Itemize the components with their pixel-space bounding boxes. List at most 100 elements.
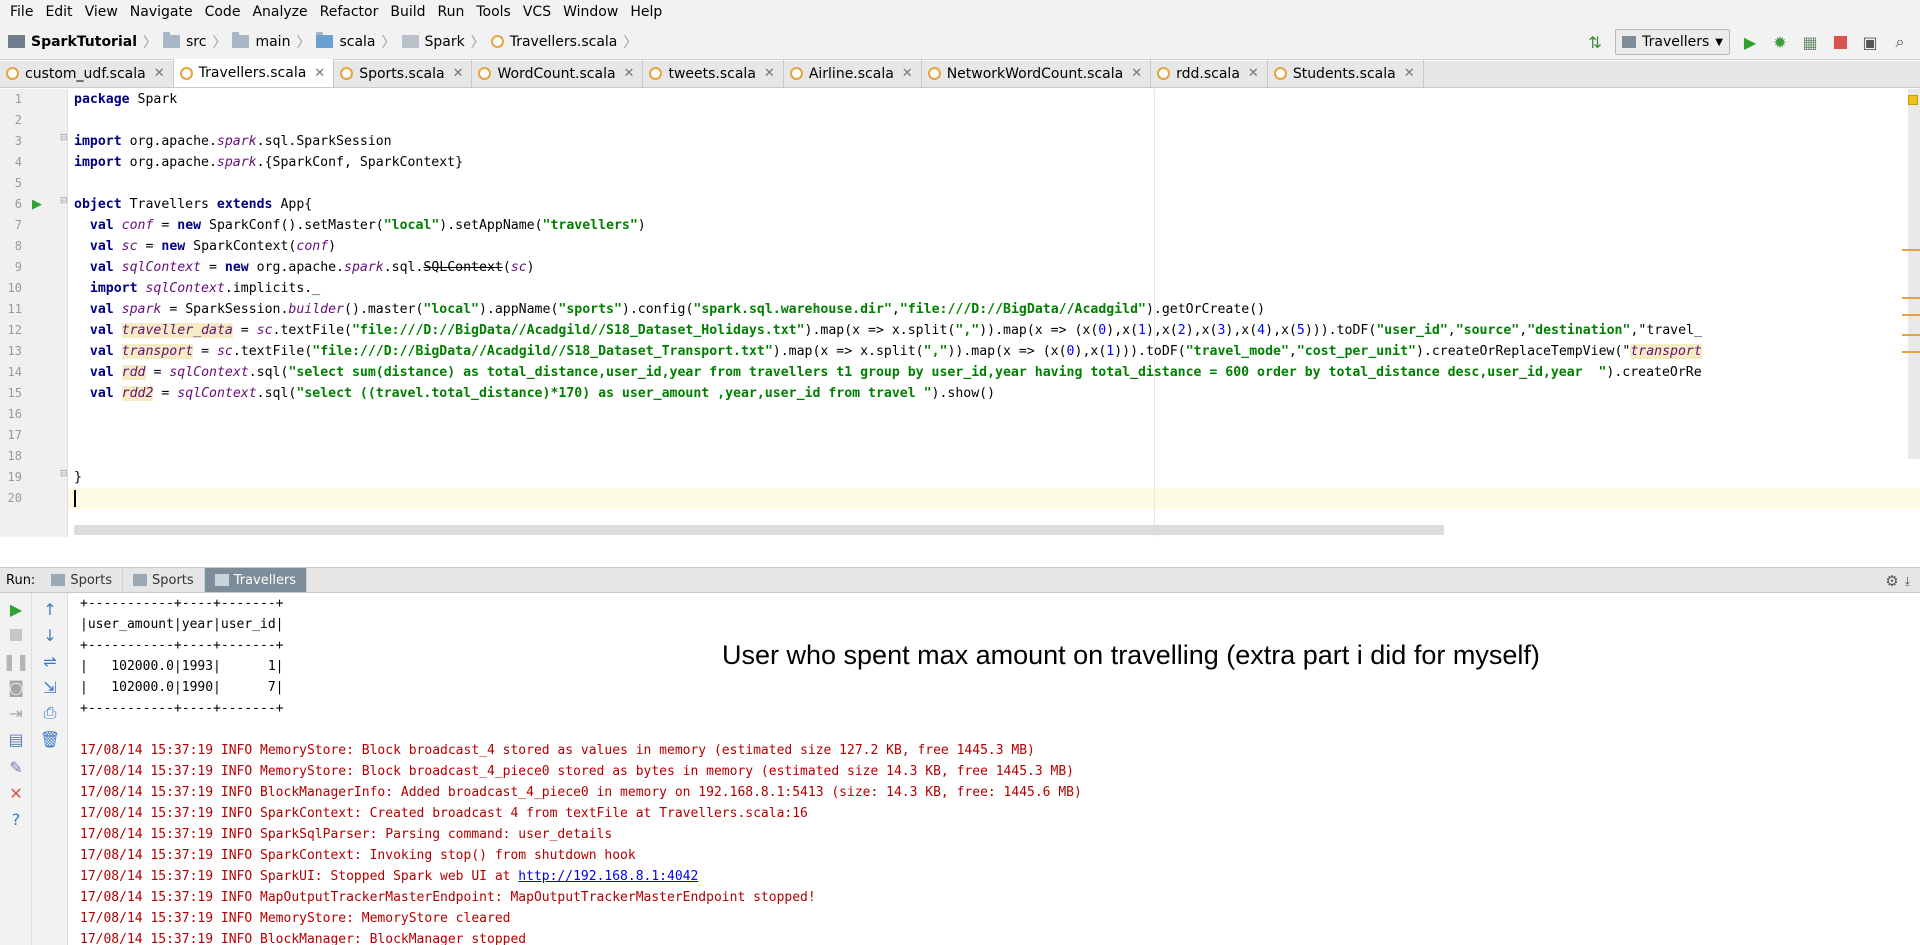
horizontal-scrollbar[interactable] [74, 525, 1444, 535]
close-icon[interactable]: ✕ [154, 66, 165, 81]
gear-icon[interactable]: ⚙ [1885, 572, 1898, 590]
rerun-icon[interactable]: ▶ [6, 599, 26, 619]
tab-networkwordcount[interactable]: NetworkWordCount.scala ✕ [922, 60, 1152, 87]
layout-icon[interactable]: ▤ [6, 729, 26, 749]
text-cursor [74, 490, 76, 507]
error-stripe-marker[interactable] [1902, 297, 1920, 299]
menu-edit[interactable]: Edit [39, 0, 78, 24]
scala-object-icon [490, 35, 504, 48]
run-tab-sports-1[interactable]: Sports [41, 568, 123, 592]
tab-sports[interactable]: Sports.scala ✕ [334, 60, 473, 87]
menu-refactor[interactable]: Refactor [314, 0, 385, 24]
line-number: 4 [14, 155, 22, 169]
tab-airline[interactable]: Airline.scala ✕ [784, 60, 922, 87]
menu-file[interactable]: File [4, 0, 39, 24]
tab-travellers[interactable]: Travellers.scala ✕ [173, 59, 335, 87]
breadcrumb-main[interactable]: main 〉 [232, 24, 316, 60]
tab-custom-udf[interactable]: custom_udf.scala ✕ [0, 60, 174, 87]
run-tab-label: Sports [70, 572, 112, 588]
search-icon[interactable]: ⌕ [1890, 32, 1910, 52]
exit-icon[interactable]: ⇥ [6, 703, 26, 723]
breadcrumb-scala[interactable]: scala 〉 [316, 24, 401, 60]
stop-icon[interactable] [6, 625, 26, 645]
close-icon[interactable]: ✕ [902, 66, 913, 81]
close-icon[interactable]: ✕ [1248, 66, 1259, 81]
menu-view[interactable]: View [79, 0, 124, 24]
project-structure-icon[interactable]: ▣ [1860, 32, 1880, 52]
breadcrumb-label: scala [339, 33, 376, 50]
run-gutter-icon[interactable]: ▶ [32, 197, 42, 212]
console-line: +-----------+----+-------+ [80, 701, 284, 716]
scala-object-icon [1273, 67, 1287, 80]
tab-students[interactable]: Students.scala ✕ [1268, 60, 1424, 87]
tab-rdd[interactable]: rdd.scala ✕ [1151, 60, 1268, 87]
menu-build[interactable]: Build [384, 0, 431, 24]
tab-wordcount[interactable]: WordCount.scala ✕ [472, 60, 644, 87]
pause-icon[interactable]: ❚❚ [3, 651, 30, 671]
chevron-right-icon: 〉 [143, 34, 158, 51]
run-icon[interactable]: ▶ [1740, 32, 1760, 52]
vertical-scrollbar[interactable] [1908, 89, 1920, 459]
menu-run[interactable]: Run [432, 0, 471, 24]
configuration-icon [1622, 36, 1637, 48]
error-stripe-marker[interactable] [1902, 314, 1920, 316]
hide-panel-icon[interactable]: ⤓ [1905, 574, 1910, 589]
fold-marker-icon[interactable]: ⊟ [60, 133, 68, 143]
menu-navigate[interactable]: Navigate [124, 0, 199, 24]
run-configuration-label: Travellers [1642, 34, 1710, 50]
coverage-icon[interactable]: ▦ [1800, 32, 1820, 52]
camera-icon[interactable]: ◙ [6, 677, 26, 697]
menu-code[interactable]: Code [199, 0, 247, 24]
navigation-bar: SparkTutorial 〉 src 〉 main 〉 scala 〉 Spa… [0, 24, 1920, 60]
stop-icon[interactable] [1830, 32, 1850, 52]
menu-tools[interactable]: Tools [470, 0, 517, 24]
sparkui-link[interactable]: http://192.168.8.1:4042 [518, 869, 698, 884]
sort-icon[interactable]: ⇅ [1585, 32, 1605, 52]
breadcrumb-file[interactable]: Travellers.scala 〉 [490, 24, 644, 60]
close-icon[interactable]: ✕ [764, 66, 775, 81]
tab-label: WordCount.scala [497, 65, 616, 82]
menu-window[interactable]: Window [557, 0, 624, 24]
code-area[interactable]: package Spark import org.apache.spark.sq… [74, 89, 1908, 537]
tab-tweets[interactable]: tweets.scala ✕ [643, 60, 784, 87]
fold-marker-icon[interactable]: ⊟ [60, 469, 68, 479]
soft-wrap-icon[interactable]: ⇌ [40, 651, 60, 671]
log-line: 17/08/14 15:37:19 INFO MapOutputTrackerM… [80, 890, 816, 905]
close-icon[interactable]: ✕ [453, 66, 464, 81]
line-number: 9 [14, 260, 22, 274]
close-icon[interactable]: ✕ [1404, 66, 1415, 81]
menu-help[interactable]: Help [624, 0, 668, 24]
breadcrumb-project[interactable]: SparkTutorial 〉 [8, 24, 163, 60]
help-icon[interactable]: ? [6, 809, 26, 829]
breadcrumb-src[interactable]: src 〉 [163, 24, 232, 60]
error-stripe-marker[interactable] [1902, 334, 1920, 336]
menu-analyze[interactable]: Analyze [246, 0, 313, 24]
log-line: 17/08/14 15:37:19 INFO SparkContext: Cre… [80, 806, 808, 821]
run-tab-label: Travellers [233, 572, 297, 588]
close-icon[interactable]: ✕ [6, 783, 26, 803]
breadcrumb-package[interactable]: Spark 〉 [401, 24, 491, 60]
warning-status-icon[interactable] [1908, 95, 1918, 105]
run-configuration-select[interactable]: Travellers ▼ [1615, 29, 1730, 55]
trash-icon[interactable]: 🗑 [40, 729, 60, 749]
error-stripe-marker[interactable] [1902, 249, 1920, 251]
close-icon[interactable]: ✕ [314, 66, 325, 81]
pin-icon[interactable]: ✎ [6, 757, 26, 777]
close-icon[interactable]: ✕ [624, 66, 635, 81]
run-label: Run: [6, 572, 36, 588]
breadcrumb-label: SparkTutorial [31, 33, 138, 50]
scroll-to-end-icon[interactable]: ⇲ [40, 677, 60, 697]
arrow-up-icon[interactable]: ↑ [40, 599, 60, 619]
debug-icon[interactable]: ✹ [1770, 32, 1790, 52]
run-tab-travellers[interactable]: Travellers [204, 568, 308, 592]
menu-vcs[interactable]: VCS [517, 0, 557, 24]
code-editor[interactable]: 1 2 3 4 5 6 7 8 9 10 11 12 13 14 15 16 1… [0, 89, 1920, 537]
run-tab-sports-2[interactable]: Sports [123, 568, 205, 592]
error-stripe-marker[interactable] [1902, 351, 1920, 353]
arrow-down-icon[interactable]: ↓ [40, 625, 60, 645]
print-icon[interactable]: ⎙ [40, 703, 60, 723]
scala-object-icon [649, 67, 663, 80]
line-number: 13 [7, 344, 22, 358]
close-icon[interactable]: ✕ [1131, 66, 1142, 81]
fold-marker-icon[interactable]: ⊟ [60, 196, 68, 206]
